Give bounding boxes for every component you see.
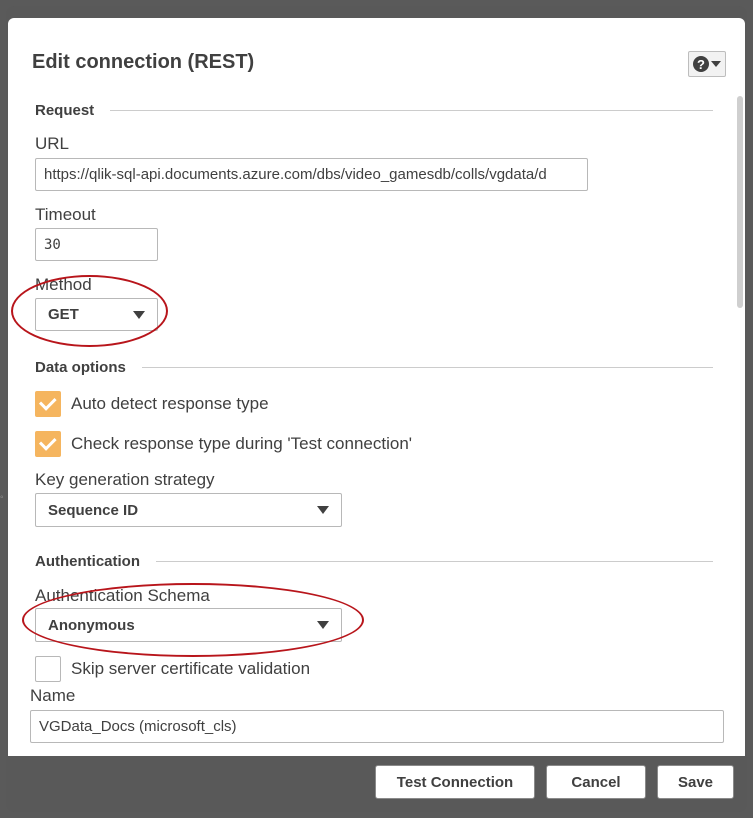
help-menu-button[interactable]: ?: [688, 51, 726, 77]
dialog-panel: Edit connection (REST) ? Request URL htt…: [8, 18, 745, 756]
dialog-scroll-area[interactable]: Edit connection (REST) ? Request URL htt…: [8, 18, 745, 682]
method-select[interactable]: GET: [35, 298, 158, 331]
divider: [156, 561, 713, 562]
checkmark-icon: [38, 433, 57, 451]
url-label: URL: [35, 134, 70, 153]
name-field[interactable]: VGData_Docs (microsoft_cls): [30, 710, 724, 743]
save-button[interactable]: Save: [657, 765, 734, 799]
url-field[interactable]: https://qlik-sql-api.documents.azure.com…: [35, 158, 588, 191]
divider: [141, 367, 713, 368]
chevron-down-icon: [133, 310, 145, 319]
method-select-value: GET: [48, 306, 79, 323]
auth-schema-select[interactable]: Anonymous: [35, 608, 342, 642]
auto-detect-checkbox[interactable]: [35, 391, 61, 417]
skip-cert-checkbox[interactable]: [35, 656, 61, 682]
section-data-options-label: Data options: [35, 359, 126, 376]
skip-cert-checkbox-row[interactable]: Skip server certificate validation: [35, 656, 310, 682]
cancel-button[interactable]: Cancel: [546, 765, 646, 799]
test-connection-button[interactable]: Test Connection: [375, 765, 535, 799]
dialog-title: Edit connection (REST): [32, 51, 255, 73]
section-request: Request: [35, 102, 713, 119]
edit-connection-dialog: Edit connection (REST) ? Request URL htt…: [6, 6, 747, 812]
name-label: Name: [30, 686, 76, 705]
chevron-down-icon: [317, 621, 329, 629]
section-request-label: Request: [35, 102, 95, 119]
help-icon: ?: [693, 56, 709, 72]
section-authentication-label: Authentication: [35, 553, 140, 570]
key-strategy-label: Key generation strategy: [35, 470, 215, 489]
key-strategy-value: Sequence ID: [48, 501, 139, 519]
check-response-checkbox-row[interactable]: Check response type during 'Test connect…: [35, 431, 412, 457]
name-area: Name VGData_Docs (microsoft_cls): [8, 682, 745, 756]
timeout-field[interactable]: 30: [35, 228, 158, 261]
section-authentication: Authentication: [35, 553, 713, 570]
checkmark-icon: [38, 393, 57, 411]
skip-cert-label: Skip server certificate validation: [71, 659, 311, 678]
auth-schema-label: Authentication Schema: [35, 586, 210, 605]
chevron-down-icon: [711, 61, 721, 67]
vertical-scrollbar[interactable]: [737, 96, 743, 308]
method-label: Method: [35, 275, 92, 294]
auth-schema-value: Anonymous: [48, 616, 135, 634]
timeout-label: Timeout: [35, 205, 96, 224]
check-response-checkbox[interactable]: [35, 431, 61, 457]
section-data-options: Data options: [35, 359, 713, 376]
key-strategy-select[interactable]: Sequence ID: [35, 493, 342, 527]
auto-detect-checkbox-row[interactable]: Auto detect response type: [35, 391, 269, 417]
auto-detect-label: Auto detect response type: [71, 394, 269, 413]
background-fragment: ◦: [0, 492, 4, 503]
chevron-down-icon: [317, 506, 329, 514]
check-response-label: Check response type during 'Test connect…: [71, 434, 413, 453]
divider: [110, 110, 713, 111]
